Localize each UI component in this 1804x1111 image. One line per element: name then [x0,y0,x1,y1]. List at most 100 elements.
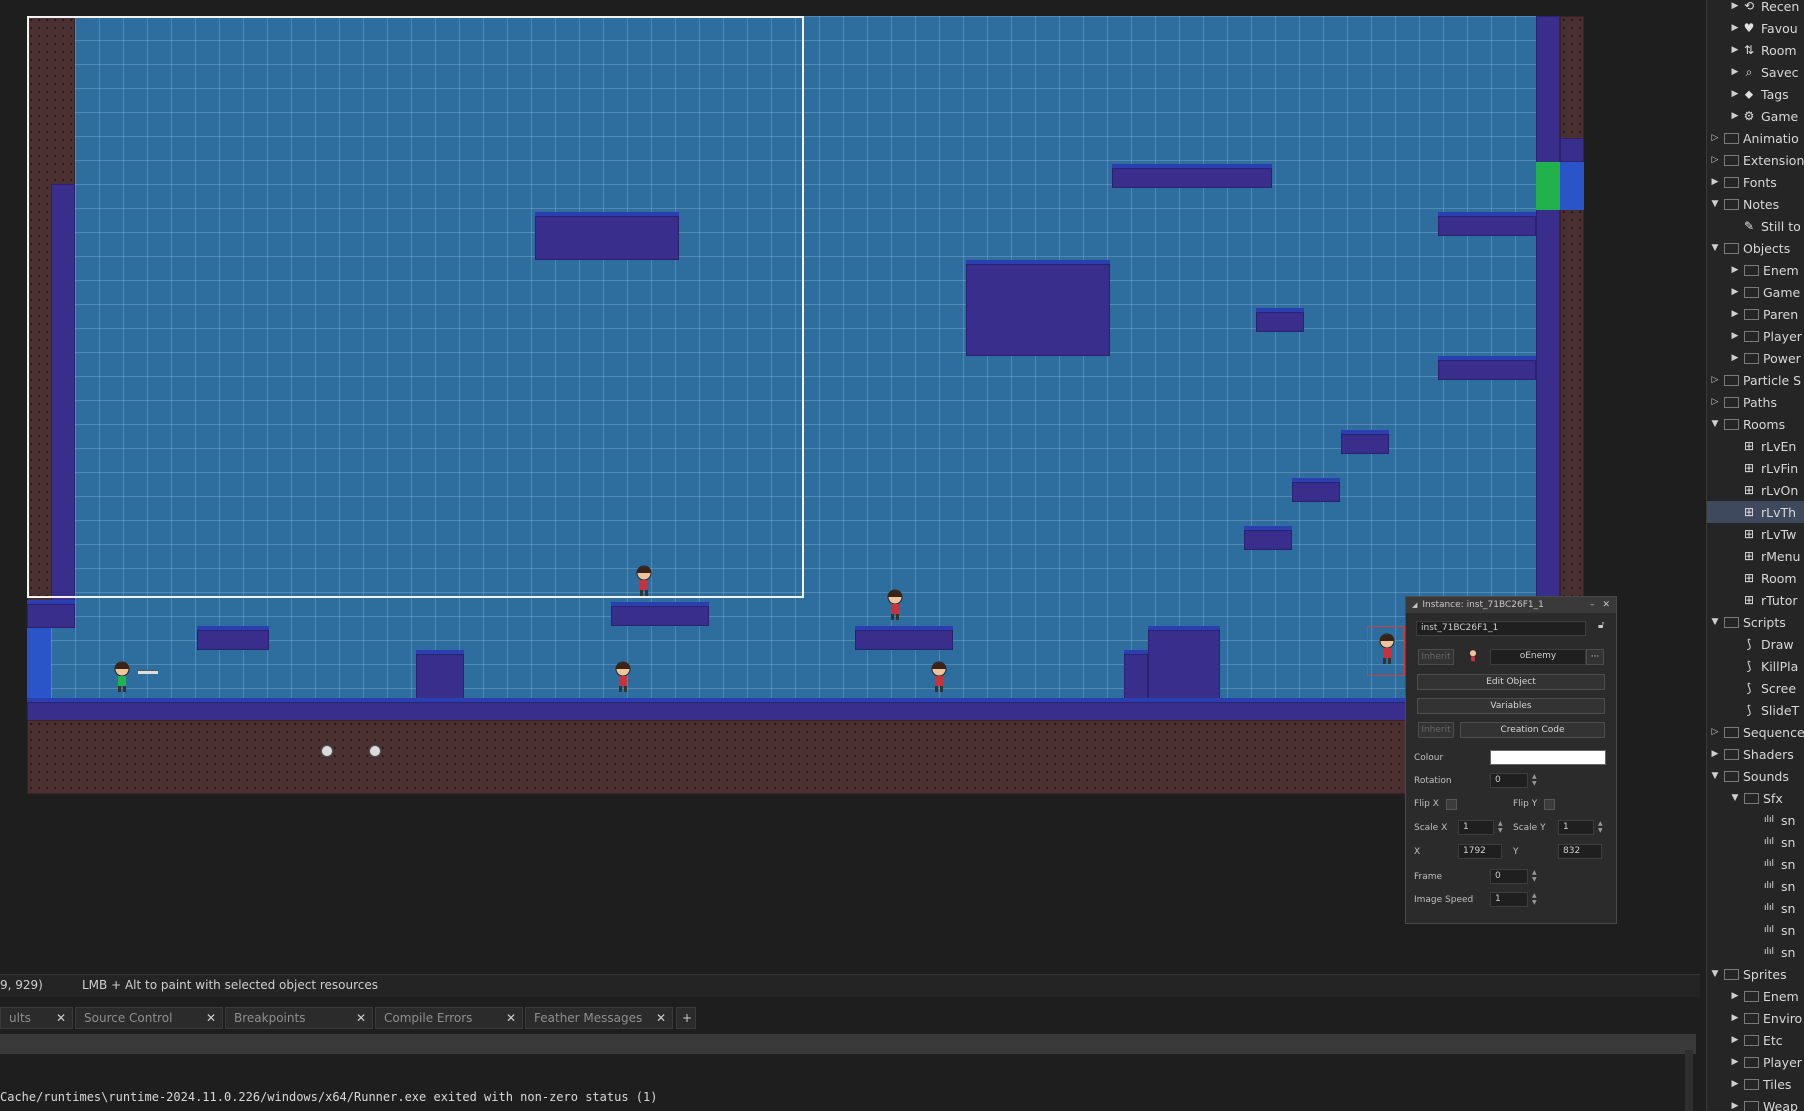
chevron-down-icon[interactable]: ▼ [1709,199,1721,209]
tree-item[interactable]: ⊞ rLvTh [1707,501,1804,523]
tree-item[interactable]: ⊞ rMenu [1707,545,1804,567]
tree-item[interactable]: ▶ ⚙ Game [1707,105,1804,127]
tab-compile-errors[interactable]: Compile Errors ✕ [375,1007,523,1029]
inherit-code-button[interactable]: Inherit [1418,722,1454,738]
tree-item[interactable]: ▶ ♥ Favou [1707,17,1804,39]
scaley-field[interactable]: 1 [1558,820,1594,835]
tree-item[interactable]: ⊞ rLvTw [1707,523,1804,545]
add-tab-button[interactable]: + [676,1007,696,1029]
scaley-stepper[interactable]: ▲ ▼ [1598,820,1604,834]
tree-item[interactable]: ▶ Fonts [1707,171,1804,193]
chevron-right-icon[interactable]: ▷ [1709,727,1721,737]
tree-item[interactable]: ılıl sn [1707,853,1804,875]
tree-item[interactable]: ⊞ rLvFin [1707,457,1804,479]
tree-item[interactable]: ▶ Enviro [1707,1007,1804,1029]
frame-stepper[interactable]: ▲ ▼ [1532,869,1538,883]
tree-item[interactable]: ⟆ SlideT [1707,699,1804,721]
variables-button[interactable]: Variables [1417,698,1605,714]
scalex-stepper[interactable]: ▲ ▼ [1498,820,1504,834]
minimize-icon[interactable]: – [1590,600,1595,610]
tree-item[interactable]: ▶ Game [1707,281,1804,303]
tab-feather-messages[interactable]: Feather Messages ✕ [525,1007,673,1029]
tree-item[interactable]: ▼ Sfx [1707,787,1804,809]
chevron-down-icon[interactable]: ▼ [1729,793,1741,803]
edit-object-button[interactable]: Edit Object [1417,674,1605,690]
output-scrollbar[interactable] [1685,1050,1693,1111]
creation-code-button[interactable]: Creation Code [1460,722,1605,738]
chevron-down-icon[interactable]: ▼ [1709,419,1721,429]
tree-item[interactable]: ▷ Particle S [1707,369,1804,391]
enemy-sprite[interactable] [882,588,908,622]
tab-breakpoints[interactable]: Breakpoints ✕ [225,1007,373,1029]
close-icon[interactable]: ✕ [506,1011,516,1025]
chevron-right-icon[interactable]: ▶ [1729,67,1741,77]
chevron-right-icon[interactable]: ▶ [1729,287,1741,297]
chevron-right-icon[interactable]: ▶ [1729,1,1741,11]
enemy-sprite[interactable] [610,660,636,694]
tree-item[interactable]: ▷ Animatio [1707,127,1804,149]
tree-item[interactable]: ⊞ rTutor [1707,589,1804,611]
tree-item[interactable]: ılıl sn [1707,831,1804,853]
tree-item[interactable]: ▶ ⌕ Savec [1707,61,1804,83]
close-icon[interactable]: ✕ [656,1011,666,1025]
tree-item[interactable]: ▶ Player [1707,325,1804,347]
close-icon[interactable]: ✕ [206,1011,216,1025]
tree-item[interactable]: ▶ Paren [1707,303,1804,325]
close-icon[interactable]: ✕ [356,1011,366,1025]
tree-item[interactable]: ▼ Notes [1707,193,1804,215]
lock-icon[interactable]: 🔓︎ [1598,620,1604,631]
tree-item[interactable]: ılıl sn [1707,809,1804,831]
tree-item[interactable]: ▶ Etc [1707,1029,1804,1051]
tree-item[interactable]: ▷ Paths [1707,391,1804,413]
tree-item[interactable]: ▶ Weap [1707,1095,1804,1111]
chevron-right-icon[interactable]: ▶ [1729,23,1741,33]
chevron-right-icon[interactable]: ▶ [1729,265,1741,275]
chevron-right-icon[interactable]: ▶ [1729,111,1741,121]
tab-output[interactable]: ults ✕ [0,1007,73,1029]
room-editor-canvas[interactable] [27,16,1584,794]
player-sprite[interactable] [109,660,135,694]
rotation-stepper[interactable]: ▲ ▼ [1532,773,1538,787]
tree-item[interactable]: ⊞ rLvEn [1707,435,1804,457]
rotation-field[interactable]: 0 [1490,773,1528,788]
tree-item[interactable]: ılıl sn [1707,941,1804,963]
tree-item[interactable]: ▶ ⟲ Recen [1707,0,1804,17]
frame-field[interactable]: 0 [1490,869,1528,884]
chevron-down-icon[interactable]: ▼ [1709,771,1721,781]
tree-item[interactable]: ▶ Tiles [1707,1073,1804,1095]
tree-item[interactable]: ▶ Shaders [1707,743,1804,765]
chevron-right-icon[interactable]: ▶ [1729,1035,1741,1045]
tree-item[interactable]: ⊞ Room [1707,567,1804,589]
flipy-checkbox[interactable] [1544,799,1555,810]
close-icon[interactable]: ✕ [56,1011,66,1025]
tree-item[interactable]: ▼ Scripts [1707,611,1804,633]
chevron-right-icon[interactable]: ▶ [1729,309,1741,319]
chevron-right-icon[interactable]: ▶ [1729,991,1741,1001]
tree-item[interactable]: ✎ Still to [1707,215,1804,237]
chevron-right-icon[interactable]: ▶ [1729,1101,1741,1111]
y-field[interactable]: 832 [1558,844,1602,859]
tree-item[interactable]: ▶ Player [1707,1051,1804,1073]
chevron-down-icon[interactable]: ▼ [1709,969,1721,979]
chevron-down-icon[interactable]: ▼ [1709,617,1721,627]
chevron-right-icon[interactable]: ▶ [1729,89,1741,99]
chevron-right-icon[interactable]: ▷ [1709,155,1721,165]
tree-item[interactable]: ▶ Enem [1707,259,1804,281]
tree-item[interactable]: ▷ Extension [1707,149,1804,171]
tree-item[interactable]: ⟆ Scree [1707,677,1804,699]
chevron-right-icon[interactable]: ▷ [1709,375,1721,385]
chevron-down-icon[interactable]: ▼ [1709,243,1721,253]
chevron-right-icon[interactable]: ▶ [1729,353,1741,363]
chevron-right-icon[interactable]: ▶ [1729,45,1741,55]
chevron-right-icon[interactable]: ▶ [1709,177,1721,187]
tree-item[interactable]: ılıl sn [1707,875,1804,897]
x-field[interactable]: 1792 [1458,844,1502,859]
tree-item[interactable]: ▼ Rooms [1707,413,1804,435]
tree-item[interactable]: ⊞ rLvOn [1707,479,1804,501]
flipx-checkbox[interactable] [1446,799,1457,810]
object-menu-button[interactable]: ··· [1586,649,1604,665]
chevron-right-icon[interactable]: ▷ [1709,133,1721,143]
tree-item[interactable]: ▼ Sounds [1707,765,1804,787]
tree-item[interactable]: ▼ Objects [1707,237,1804,259]
chevron-right-icon[interactable]: ▶ [1729,331,1741,341]
